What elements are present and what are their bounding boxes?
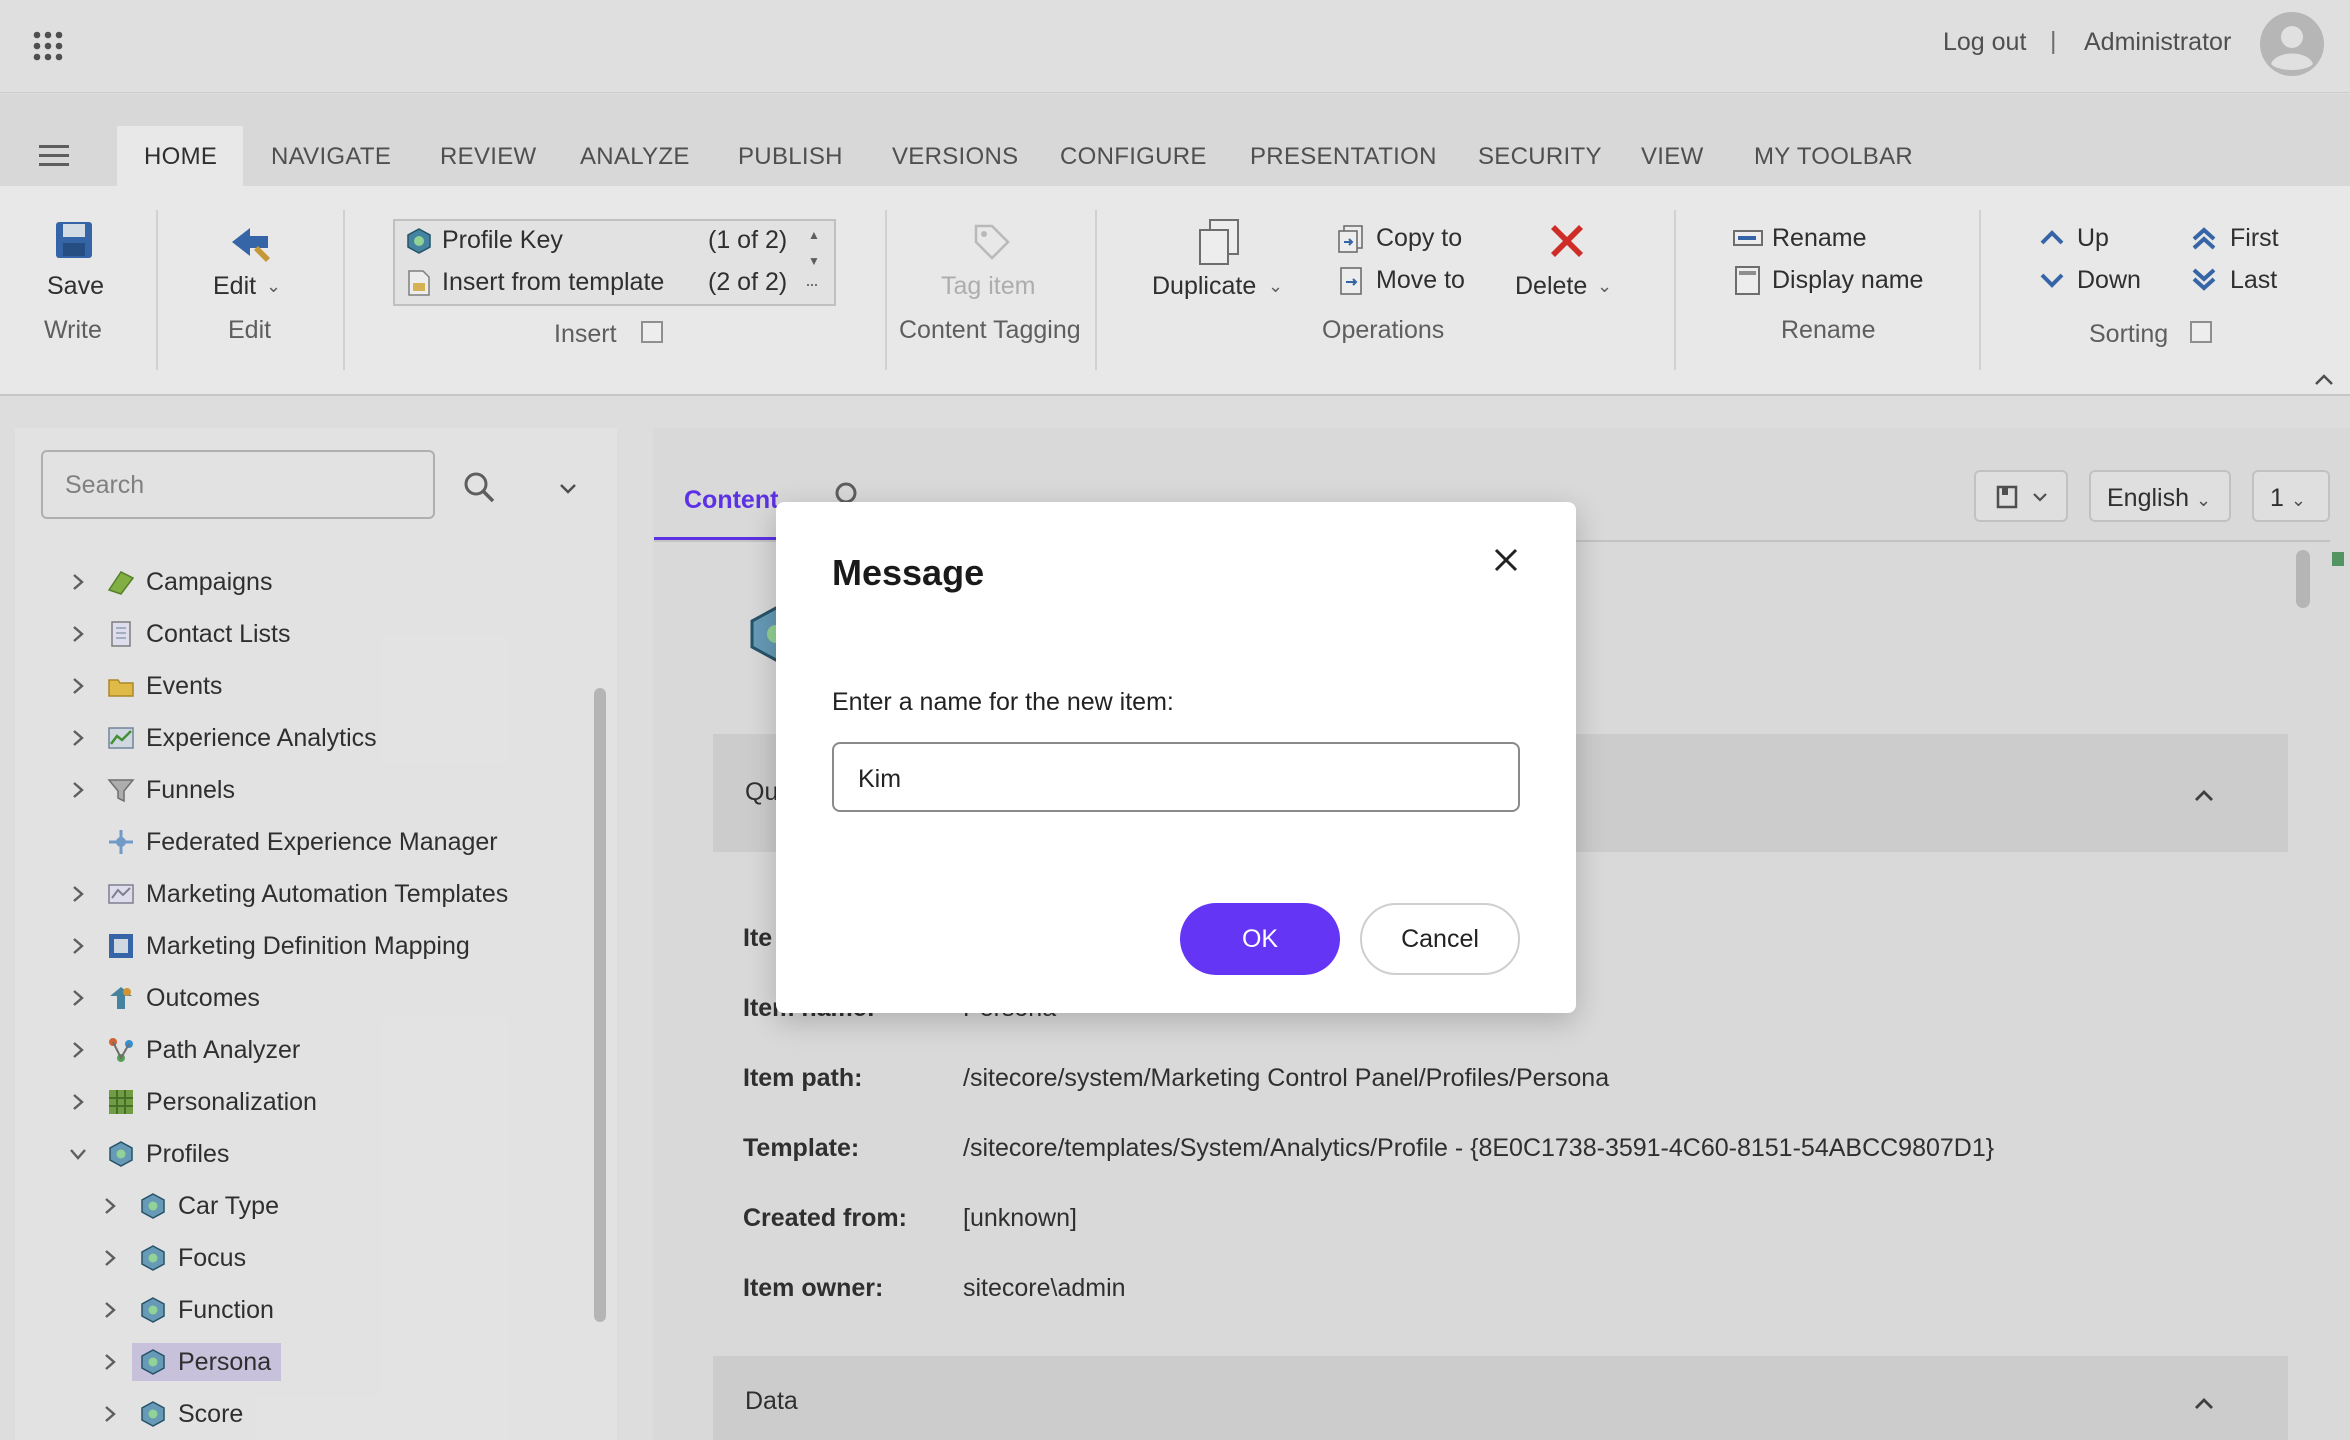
close-icon[interactable] xyxy=(1492,546,1520,574)
dialog-title: Message xyxy=(832,552,985,593)
cancel-label: Cancel xyxy=(1401,924,1479,953)
message-dialog: Message Enter a name for the new item: K… xyxy=(776,502,1576,1013)
dialog-prompt: Enter a name for the new item: xyxy=(832,688,1174,716)
cancel-button[interactable]: Cancel xyxy=(1360,903,1520,975)
ok-button[interactable]: OK xyxy=(1180,903,1340,975)
ok-label: OK xyxy=(1241,924,1279,953)
item-name-input[interactable]: Kim xyxy=(832,742,1520,812)
item-name-value: Kim xyxy=(858,765,902,793)
